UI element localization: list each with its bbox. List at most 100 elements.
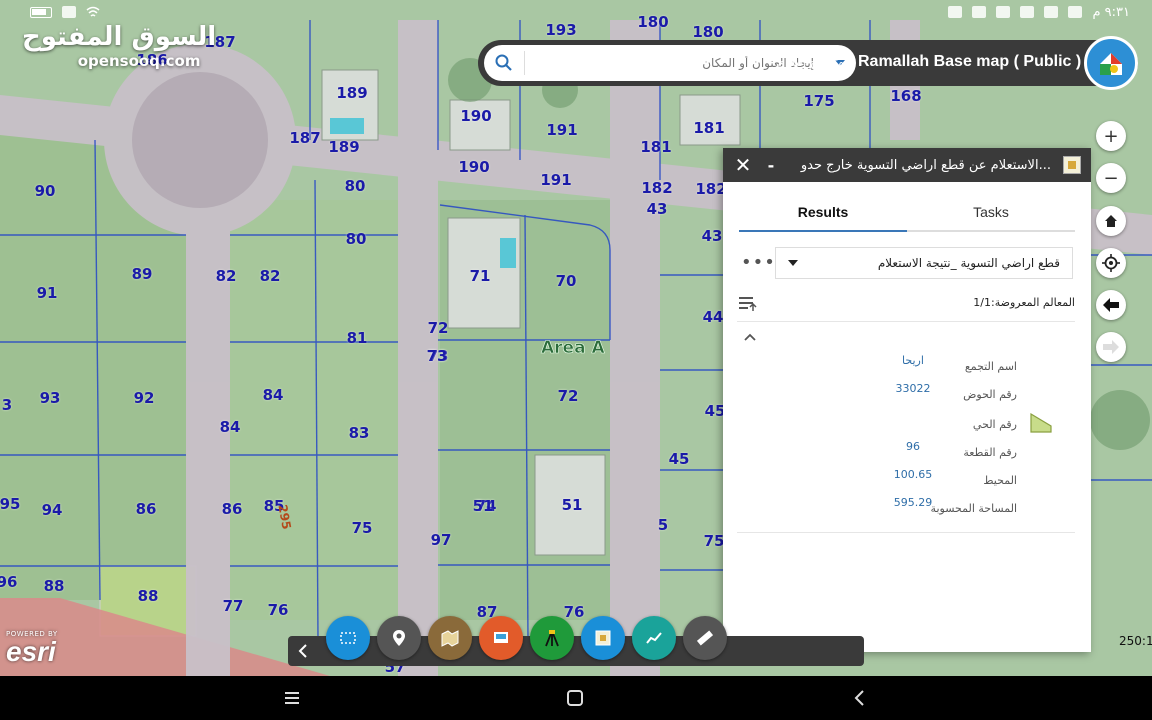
parcel-number-label: 80 xyxy=(345,230,367,248)
parcel-number-label: 180 xyxy=(692,23,724,41)
parcel-number-label: 76 xyxy=(563,603,585,621)
plus-icon: + xyxy=(1103,125,1119,147)
measure-area-tool-button[interactable] xyxy=(326,616,370,660)
clock: ٩:٣١ م xyxy=(1092,4,1130,20)
chart-icon xyxy=(646,632,662,644)
panel-header: ✕ - الاستعلام عن قطع اراضي التسوية خارج … xyxy=(723,148,1091,182)
parcel-number-label: 80 xyxy=(344,177,366,195)
parcel-number-label: 191 xyxy=(546,121,578,139)
recent-apps-icon[interactable] xyxy=(282,688,302,708)
parcel-number-label: 175 xyxy=(803,92,835,110)
result-layer-select[interactable]: قطع اراضي التسوية _نتيجة الاستعلام xyxy=(775,247,1073,279)
parcel-query-icon xyxy=(595,630,611,646)
minimize-button[interactable]: - xyxy=(761,156,781,175)
parcel-number-label: 86 xyxy=(221,500,243,518)
location-pin-icon xyxy=(393,630,405,646)
watermark-english: opensooq.com xyxy=(77,52,201,70)
parcel-query-tool-button[interactable] xyxy=(581,616,625,660)
wifi-icon xyxy=(86,6,100,17)
close-button[interactable]: ✕ xyxy=(733,153,753,177)
attribute-key: رقم الحي xyxy=(972,418,1017,431)
parcel-number-label: 92 xyxy=(133,389,155,407)
app-header: المتصفح البلدي Ramallah Base map ( Publi… xyxy=(478,36,1138,90)
attribute-key: رقم القطعة xyxy=(963,446,1017,459)
home-icon xyxy=(1105,215,1117,227)
gmail-icon xyxy=(972,6,987,18)
parcel-number-label: 75 xyxy=(703,532,725,550)
parcel-number-label: 72 xyxy=(557,387,579,405)
parcel-number-label: 94 xyxy=(41,501,63,519)
parcel-number-label: 190 xyxy=(460,107,492,125)
parcel-number-label: 3 xyxy=(1,396,13,414)
status-bar: ٩:٣١ م xyxy=(0,0,1152,24)
features-count: المعالم المعروضة:1/1 xyxy=(973,296,1075,309)
parcel-number-label: 5 xyxy=(657,516,669,534)
previous-extent-button[interactable] xyxy=(1096,290,1126,320)
parcel-number-label: 181 xyxy=(693,119,725,137)
parcel-number-label: 93 xyxy=(39,389,61,407)
sort-list-icon[interactable] xyxy=(739,296,757,312)
arrow-right-icon xyxy=(1103,340,1119,354)
notification-icon xyxy=(948,6,963,18)
parcel-number-label: 189 xyxy=(328,138,360,156)
zoom-in-button[interactable]: + xyxy=(1096,121,1126,151)
location-pin-tool-button[interactable] xyxy=(377,616,421,660)
parcel-number-label: 97 xyxy=(430,531,452,549)
search-icon xyxy=(495,54,512,71)
map-print-tool-button[interactable] xyxy=(479,616,523,660)
tab-results[interactable]: Results xyxy=(739,204,907,232)
tab-tasks[interactable]: Tasks xyxy=(907,204,1075,232)
toolbar-scroll-left[interactable] xyxy=(288,636,318,666)
survey-tripod-tool-button[interactable] xyxy=(530,616,574,660)
parcel-number-label: 43 xyxy=(701,227,723,245)
parcel-number-label: 43 xyxy=(646,200,668,218)
parcel-number-label: 82 xyxy=(215,267,237,285)
query-widget-icon xyxy=(1063,156,1081,174)
area-a-label: Area A xyxy=(541,338,605,359)
more-options-button[interactable]: ••• xyxy=(741,252,776,273)
alarm-icon xyxy=(1068,6,1083,18)
ruler-tool-button[interactable] xyxy=(683,616,727,660)
next-extent-button[interactable] xyxy=(1096,332,1126,362)
collapse-button[interactable] xyxy=(743,330,757,346)
scale-readout: 250:1 xyxy=(1119,634,1152,648)
parcel-number-label: 182 xyxy=(641,179,673,197)
parcel-number-label: 191 xyxy=(540,171,572,189)
facebook-icon xyxy=(1020,6,1035,18)
parcel-number-label: 90 xyxy=(34,182,56,200)
attribute-value: 33022 xyxy=(895,382,931,395)
parcel-number-label: 70 xyxy=(555,272,577,290)
map-layers-tool-button[interactable] xyxy=(428,616,472,660)
zoom-out-button[interactable]: − xyxy=(1096,163,1126,193)
attribute-key: رقم الحوض xyxy=(963,388,1017,401)
attribute-value: 595.29 xyxy=(893,496,933,509)
chart-tool-button[interactable] xyxy=(632,616,676,660)
panel-title: الاستعلام عن قطع اراضي التسوية خارج حدو.… xyxy=(800,157,1051,173)
parcel-number-label: 182 xyxy=(695,180,727,198)
parcel-number-label: 168 xyxy=(890,87,922,105)
ruler-icon xyxy=(696,630,714,646)
parcel-number-label: 77 xyxy=(222,597,244,615)
parcel-number-label: 51 xyxy=(561,496,583,514)
search-button[interactable] xyxy=(484,45,524,81)
browser-label[interactable]: المتصفح البلدي xyxy=(776,55,852,69)
home-nav-icon[interactable] xyxy=(565,688,585,708)
back-nav-icon[interactable] xyxy=(850,688,870,708)
parcel-number-label: 44 xyxy=(702,308,724,326)
map-print-icon xyxy=(494,632,508,643)
parcel-number-label: 89 xyxy=(131,265,153,283)
query-panel: ✕ - الاستعلام عن قطع اراضي التسوية خارج … xyxy=(723,148,1091,652)
attribute-key: المحيط xyxy=(983,474,1017,487)
parcel-number-label: 190 xyxy=(458,158,490,176)
tab-underline xyxy=(739,230,1075,232)
parcel-number-label: 51 xyxy=(472,497,494,515)
home-button[interactable] xyxy=(1096,206,1126,236)
minus-icon: − xyxy=(1103,167,1119,189)
chevron-up-icon xyxy=(744,333,756,341)
app-logo xyxy=(1084,36,1138,90)
municipality-logo-icon xyxy=(1100,53,1122,75)
parcel-number-label: 96 xyxy=(0,573,18,591)
my-location-button[interactable] xyxy=(1096,248,1126,278)
features-row: المعالم المعروضة:1/1 xyxy=(737,292,1075,322)
parcel-number-label: 84 xyxy=(219,418,241,436)
